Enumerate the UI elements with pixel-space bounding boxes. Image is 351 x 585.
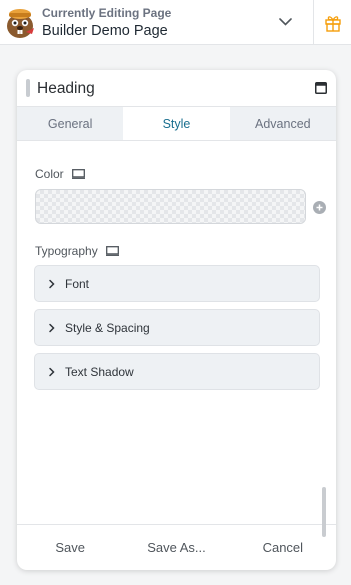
section-label: Text Shadow [65,364,134,379]
tab-general[interactable]: General [17,107,123,140]
gift-icon [324,15,341,32]
tab-style[interactable]: Style [123,107,230,140]
save-button[interactable]: Save [17,540,123,555]
section-label: Style & Spacing [65,320,150,335]
panel-footer: Save Save As... Cancel [17,524,336,570]
panel-header[interactable]: Heading [17,70,336,106]
page-dropdown-button[interactable] [270,8,300,36]
color-picker-field[interactable] [35,189,306,224]
color-label-row: Color [35,167,85,181]
maximize-window-icon[interactable] [315,82,327,94]
settings-panel: Heading General Style Advanced Color Typ… [17,70,336,570]
gift-button[interactable] [313,0,351,45]
tab-advanced[interactable]: Advanced [230,107,336,140]
section-font[interactable]: Font [34,265,320,302]
beaver-logo-icon[interactable] [4,6,36,40]
page-info: Currently Editing Page Builder Demo Page [42,6,171,40]
drag-handle[interactable] [26,79,30,97]
add-color-button[interactable] [313,201,326,214]
chevron-down-icon [278,18,292,26]
typography-label-row: Typography [35,244,119,258]
plus-icon [316,204,323,211]
panel-tabs: General Style Advanced [17,106,336,141]
chevron-right-icon [49,279,55,288]
chevron-right-icon [49,323,55,332]
chevron-right-icon [49,367,55,376]
top-bar: Currently Editing Page Builder Demo Page [0,0,351,45]
panel-body: Color Typography Font Style & Spacing Te… [17,141,336,523]
currently-editing-label: Currently Editing Page [42,6,172,20]
typography-label: Typography [35,244,98,258]
responsive-device-icon[interactable] [71,169,85,179]
save-as-button[interactable]: Save As... [123,540,229,555]
section-style-spacing[interactable]: Style & Spacing [34,309,320,346]
responsive-device-icon[interactable] [105,246,119,256]
section-label: Font [65,276,90,291]
cancel-button[interactable]: Cancel [230,540,336,555]
panel-title: Heading [37,80,95,97]
color-label: Color [35,167,64,181]
section-text-shadow[interactable]: Text Shadow [34,353,320,390]
page-name: Builder Demo Page [42,23,168,39]
scrollbar[interactable] [322,487,326,537]
